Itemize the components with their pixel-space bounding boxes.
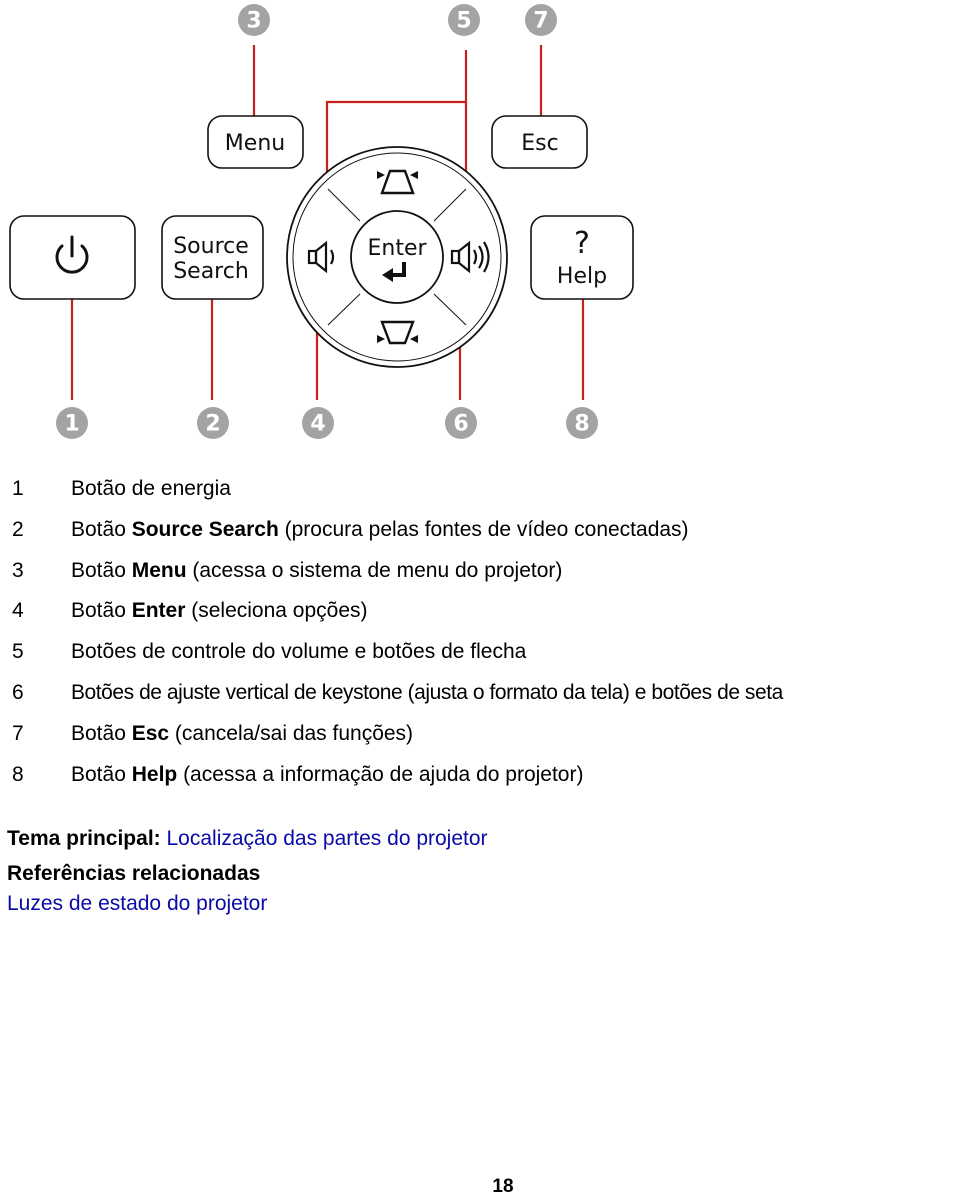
- legend-description: Botão Help (acessa a informação de ajuda…: [71, 763, 584, 786]
- menu-button[interactable]: Menu: [207, 115, 304, 169]
- esc-label: Esc: [521, 131, 558, 156]
- help-label: Help: [557, 264, 607, 289]
- callout-2: 2: [197, 407, 229, 439]
- legend-description: Botões de ajuste vertical de keystone (a…: [71, 681, 783, 704]
- power-button[interactable]: [9, 215, 136, 300]
- callout-7: 7: [525, 4, 557, 36]
- legend-description: Botões de controle do volume e botões de…: [71, 640, 527, 663]
- volume-up-button[interactable]: [445, 232, 500, 282]
- svg-text:1: 1: [64, 412, 79, 437]
- source-search-label-line2: Search: [173, 259, 249, 284]
- callout-1: 1: [56, 407, 88, 439]
- legend-number: 1: [12, 477, 24, 500]
- svg-text:7: 7: [533, 9, 548, 34]
- legend-number: 5: [12, 640, 24, 663]
- enter-label: Enter: [367, 236, 427, 261]
- legend-description: Botão Menu (acessa o sistema de menu do …: [71, 559, 563, 582]
- parent-topic-line: Tema principal: Localização das partes d…: [7, 823, 488, 859]
- legend-description: Botão Esc (cancela/sai das funções): [71, 722, 414, 745]
- legend-number: 2: [12, 518, 24, 541]
- legend-number: 4: [12, 599, 24, 622]
- parent-topic-label: Tema principal:: [7, 827, 161, 850]
- control-panel-diagram: Source Search Menu Esc ? Help Enter 1 2 …: [0, 0, 960, 460]
- legend-description: Botão Source Search (procura pelas fonte…: [71, 518, 689, 541]
- svg-text:8: 8: [574, 412, 589, 437]
- directional-pad: Enter: [286, 146, 508, 368]
- page-number: 18: [492, 1176, 514, 1197]
- related-topics: Tema principal: Localização das partes d…: [7, 823, 488, 919]
- callout-8: 8: [566, 407, 598, 439]
- legend-number: 6: [12, 681, 24, 704]
- svg-text:2: 2: [205, 412, 220, 437]
- svg-text:5: 5: [456, 9, 471, 34]
- keystone-up-button[interactable]: [360, 160, 434, 205]
- legend-description: Botão de energia: [71, 477, 231, 500]
- keystone-down-button[interactable]: [360, 310, 434, 355]
- esc-button[interactable]: Esc: [491, 115, 588, 169]
- menu-label: Menu: [225, 131, 285, 156]
- callout-5: 5: [448, 4, 480, 36]
- svg-text:6: 6: [453, 412, 468, 437]
- legend-number: 7: [12, 722, 24, 745]
- volume-down-button[interactable]: [300, 232, 350, 282]
- related-references-heading: Referências relacionadas: [7, 862, 261, 885]
- parent-topic-link[interactable]: Localização das partes do projetor: [167, 827, 488, 850]
- legend-number: 3: [12, 559, 24, 582]
- help-question-icon: ?: [574, 226, 590, 261]
- callout-6: 6: [445, 407, 477, 439]
- source-search-button[interactable]: Source Search: [161, 215, 264, 300]
- enter-button[interactable]: Enter: [350, 210, 444, 304]
- related-link-status-lights[interactable]: Luzes de estado do projetor: [7, 892, 267, 915]
- svg-text:4: 4: [310, 412, 325, 437]
- callout-4: 4: [302, 407, 334, 439]
- legend-number: 8: [12, 763, 24, 786]
- legend-description: Botão Enter (seleciona opções): [71, 599, 368, 622]
- callout-3: 3: [238, 4, 270, 36]
- svg-text:3: 3: [246, 9, 261, 34]
- related-link-line: Luzes de estado do projetor: [7, 889, 488, 919]
- help-button[interactable]: ? Help: [530, 215, 634, 300]
- source-search-label-line1: Source: [173, 234, 249, 259]
